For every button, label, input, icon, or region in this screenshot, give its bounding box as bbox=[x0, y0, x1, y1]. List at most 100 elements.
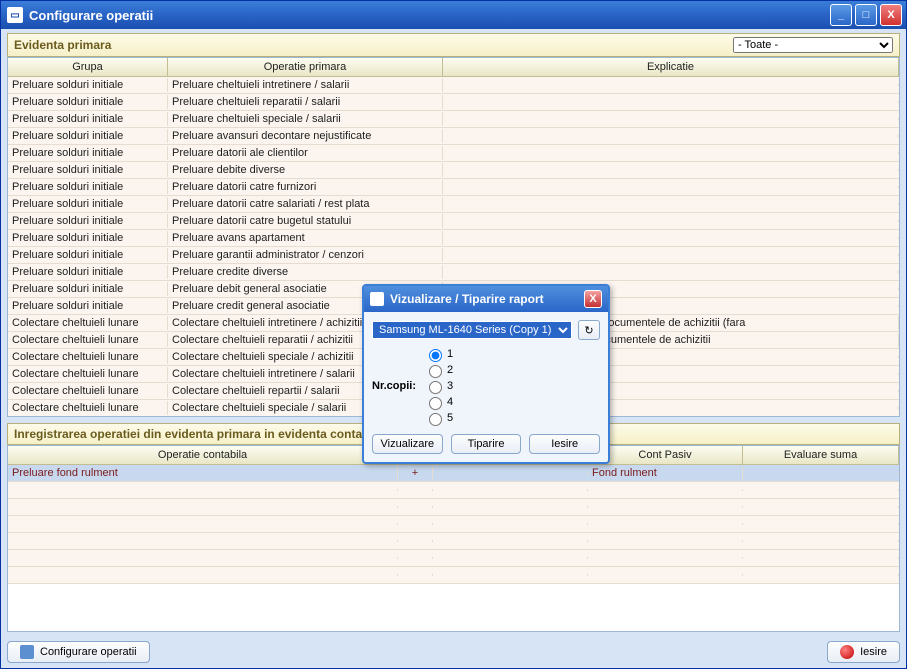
copies-radio[interactable] bbox=[429, 365, 442, 378]
cell-grupa: Preluare solduri initiale bbox=[8, 78, 168, 92]
copies-label: Nr.copii: bbox=[372, 380, 416, 392]
cell-grupa: Colectare cheltuieli lunare bbox=[8, 401, 168, 415]
window-title: Configurare operatii bbox=[29, 8, 827, 23]
col-grupa[interactable]: Grupa bbox=[8, 58, 168, 76]
cell-explicatie bbox=[443, 135, 899, 137]
col-explicatie[interactable]: Explicatie bbox=[443, 58, 899, 76]
cell-op-contabila bbox=[8, 557, 398, 559]
cell-explicatie bbox=[443, 101, 899, 103]
mid-panel-title: Inregistrarea operatiei din evidenta pri… bbox=[14, 427, 383, 441]
cell-grupa: Preluare solduri initiale bbox=[8, 163, 168, 177]
close-button[interactable]: X bbox=[880, 4, 902, 26]
cell-explicatie bbox=[443, 84, 899, 86]
copies-radio[interactable] bbox=[429, 349, 442, 362]
table-row[interactable] bbox=[8, 482, 899, 499]
app-icon: ▭ bbox=[7, 7, 23, 23]
col-cont-pasiv[interactable]: Cont Pasiv bbox=[588, 446, 743, 464]
cell-cont-pasiv bbox=[588, 489, 743, 491]
table-row[interactable]: Preluare solduri initialePreluare credit… bbox=[8, 264, 899, 281]
cell-cont-pasiv bbox=[588, 523, 743, 525]
cell-plus-minus: + bbox=[398, 466, 433, 480]
refresh-icon: ↻ bbox=[584, 324, 593, 337]
cell-grupa: Preluare solduri initiale bbox=[8, 180, 168, 194]
col-evaluare[interactable]: Evaluare suma bbox=[743, 446, 899, 464]
cell-explicatie bbox=[443, 203, 899, 205]
cell-evaluare bbox=[743, 523, 899, 525]
cell-operatie: Preluare credite diverse bbox=[168, 265, 443, 279]
table-row[interactable]: Preluare solduri initialePreluare garant… bbox=[8, 247, 899, 264]
cell-plus-minus bbox=[398, 557, 433, 559]
cell-operatie: Preluare garantii administrator / cenzor… bbox=[168, 248, 443, 262]
printer-select[interactable]: Samsung ML-1640 Series (Copy 1) bbox=[372, 321, 572, 339]
cell-plus-minus bbox=[398, 489, 433, 491]
top-panel-title: Evidenta primara bbox=[14, 38, 111, 52]
cell-cont-activ bbox=[433, 540, 588, 542]
dialog-close-button[interactable]: X bbox=[584, 290, 602, 308]
cell-explicatie bbox=[443, 271, 899, 273]
table-row[interactable]: Preluare solduri initialePreluare cheltu… bbox=[8, 94, 899, 111]
copies-option[interactable]: 1 bbox=[424, 346, 453, 362]
cell-explicatie bbox=[443, 186, 899, 188]
table-row[interactable] bbox=[8, 499, 899, 516]
cell-operatie: Preluare cheltuieli intretinere / salari… bbox=[168, 78, 443, 92]
table-row[interactable]: Preluare solduri initialePreluare cheltu… bbox=[8, 111, 899, 128]
copies-radio[interactable] bbox=[429, 397, 442, 410]
copies-option[interactable]: 2 bbox=[424, 362, 453, 378]
table-row[interactable]: Preluare solduri initialePreluare datori… bbox=[8, 179, 899, 196]
cell-grupa: Colectare cheltuieli lunare bbox=[8, 333, 168, 347]
minimize-button[interactable]: _ bbox=[830, 4, 852, 26]
table-row[interactable]: Preluare solduri initialePreluare cheltu… bbox=[8, 77, 899, 94]
cell-operatie: Preluare avansuri decontare nejustificat… bbox=[168, 129, 443, 143]
table-row[interactable] bbox=[8, 516, 899, 533]
dialog-exit-button[interactable]: Iesire bbox=[529, 434, 600, 454]
table-row[interactable]: Preluare fond rulment+Fond rulment bbox=[8, 465, 899, 482]
table-row[interactable]: Preluare solduri initialePreluare avans … bbox=[8, 230, 899, 247]
copies-radio[interactable] bbox=[429, 381, 442, 394]
cell-grupa: Preluare solduri initiale bbox=[8, 214, 168, 228]
print-button[interactable]: Tiparire bbox=[451, 434, 522, 454]
cell-grupa: Colectare cheltuieli lunare bbox=[8, 384, 168, 398]
report-icon bbox=[370, 292, 384, 306]
configure-button[interactable]: Configurare operatii bbox=[7, 641, 150, 663]
copies-radio[interactable] bbox=[429, 413, 442, 426]
refresh-button[interactable]: ↻ bbox=[578, 320, 600, 340]
copies-option[interactable]: 5 bbox=[424, 410, 453, 426]
table-row[interactable] bbox=[8, 550, 899, 567]
filter-select[interactable]: - Toate - bbox=[733, 37, 893, 53]
cell-grupa: Colectare cheltuieli lunare bbox=[8, 316, 168, 330]
copies-option[interactable]: 3 bbox=[424, 378, 453, 394]
table-row[interactable]: Preluare solduri initialePreluare datori… bbox=[8, 145, 899, 162]
dialog-titlebar: Vizualizare / Tiparire raport X bbox=[364, 286, 608, 312]
table-row[interactable] bbox=[8, 567, 899, 584]
cell-operatie: Preluare cheltuieli speciale / salarii bbox=[168, 112, 443, 126]
cell-cont-pasiv bbox=[588, 574, 743, 576]
col-op-contabila[interactable]: Operatie contabila bbox=[8, 446, 398, 464]
preview-button[interactable]: Vizualizare bbox=[372, 434, 443, 454]
table-row[interactable]: Preluare solduri initialePreluare datori… bbox=[8, 196, 899, 213]
top-panel-header: Evidenta primara - Toate - bbox=[7, 33, 900, 57]
col-operatie[interactable]: Operatie primara bbox=[168, 58, 443, 76]
cell-operatie: Preluare cheltuieli reparatii / salarii bbox=[168, 95, 443, 109]
cell-explicatie bbox=[443, 254, 899, 256]
table-row[interactable]: Preluare solduri initialePreluare avansu… bbox=[8, 128, 899, 145]
cell-evaluare bbox=[743, 489, 899, 491]
maximize-button[interactable]: □ bbox=[855, 4, 877, 26]
cell-explicatie bbox=[443, 118, 899, 120]
cell-op-contabila bbox=[8, 523, 398, 525]
cell-explicatie bbox=[443, 220, 899, 222]
exit-button[interactable]: Iesire bbox=[827, 641, 900, 663]
cell-explicatie bbox=[443, 169, 899, 171]
cell-cont-activ bbox=[433, 574, 588, 576]
cell-op-contabila bbox=[8, 540, 398, 542]
bottom-grid-body[interactable]: Preluare fond rulment+Fond rulment bbox=[8, 465, 899, 631]
copies-option[interactable]: 4 bbox=[424, 394, 453, 410]
cell-plus-minus bbox=[398, 540, 433, 542]
table-row[interactable]: Preluare solduri initialePreluare datori… bbox=[8, 213, 899, 230]
titlebar: ▭ Configurare operatii _ □ X bbox=[1, 1, 906, 29]
cell-grupa: Preluare solduri initiale bbox=[8, 248, 168, 262]
cell-evaluare bbox=[743, 557, 899, 559]
table-row[interactable] bbox=[8, 533, 899, 550]
exit-label: Iesire bbox=[860, 646, 887, 658]
table-row[interactable]: Preluare solduri initialePreluare debite… bbox=[8, 162, 899, 179]
cell-grupa: Preluare solduri initiale bbox=[8, 231, 168, 245]
